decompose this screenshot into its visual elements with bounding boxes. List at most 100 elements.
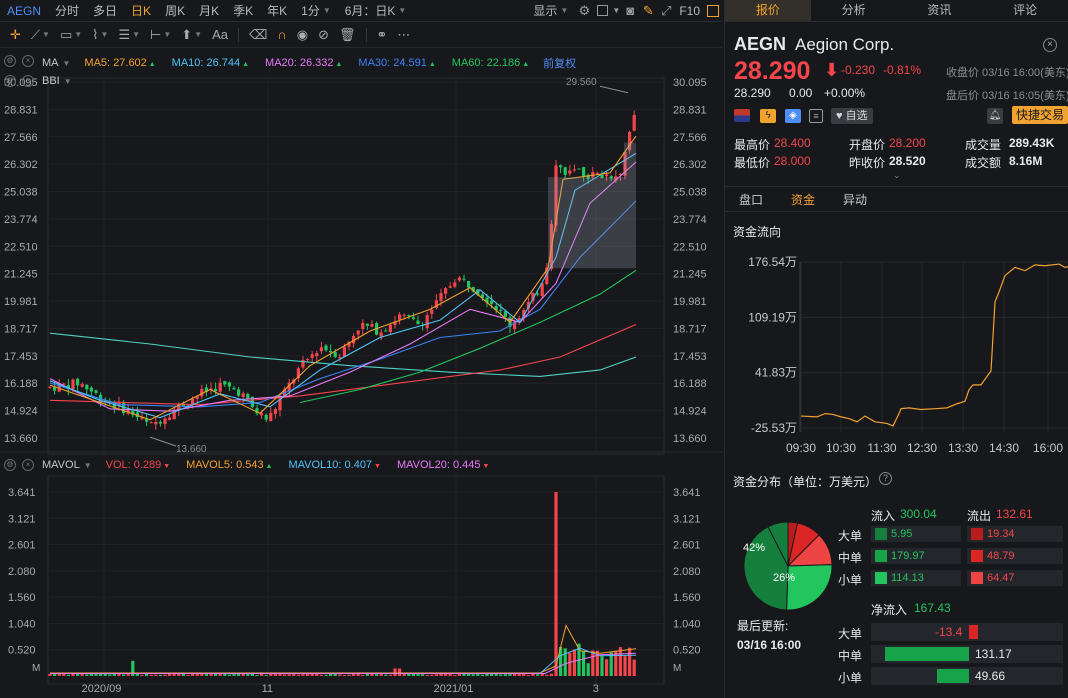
chevron-down-icon[interactable]: ⌄	[893, 170, 901, 181]
selection-box[interactable]	[624, 142, 636, 178]
help-icon[interactable]: ?	[879, 472, 892, 485]
measure-tool-icon[interactable]: ⊢ ▼	[146, 27, 175, 43]
tab-intraday[interactable]: 分时	[48, 0, 86, 22]
eye-icon[interactable]: ◉	[293, 27, 312, 43]
kline-svg[interactable]: 30.095 30.09528.831 28.83127.566 27.56626.3…	[0, 48, 722, 698]
tab-1min-label: 1分	[301, 3, 320, 18]
fast-trade-button[interactable]: 快捷交易	[1012, 106, 1068, 124]
ticker-tab[interactable]: AEGN	[0, 0, 48, 22]
flow-x-tick: 11:30	[867, 441, 896, 455]
price-tick-right: 19.981	[673, 296, 707, 308]
symbol: AEGN	[734, 34, 787, 54]
tab-orderbook[interactable]: 盘口	[725, 191, 777, 208]
period-tabs: AEGN 分时 多日 日K 周K 月K 季K 年K 1分 ▼ 6月：日K ▼ 显示 ▼…	[0, 0, 722, 22]
chevron-down-icon[interactable]: ▼	[64, 77, 72, 86]
selection-box[interactable]	[548, 177, 636, 269]
volume-bar	[531, 673, 535, 676]
tab-weekly-k[interactable]: 周K	[158, 0, 192, 22]
display-menu[interactable]: 显示 ▼	[526, 0, 575, 22]
tab-quote[interactable]: 报价	[725, 0, 811, 21]
text-tool-icon[interactable]: Aa	[208, 27, 232, 42]
tab-multiday[interactable]: 多日	[86, 0, 124, 22]
volume-bar	[158, 674, 162, 676]
settings-icon[interactable]: ⚙	[4, 459, 16, 471]
lock-icon[interactable]: ⊘	[314, 27, 333, 43]
tab-monthly-k[interactable]: 月K	[192, 0, 226, 22]
candle-body	[264, 414, 268, 420]
expand-icon[interactable]: ⤢	[657, 2, 675, 20]
bell-icon[interactable]: 🔔︎	[987, 108, 1003, 124]
volume-tick-left: 3.121	[8, 513, 36, 525]
trash-icon[interactable]: 🗑︎	[335, 27, 360, 43]
sidebar-toggle-icon[interactable]	[704, 2, 722, 20]
candle-body	[333, 352, 337, 358]
polyline-tool-icon[interactable]: ⌇ ▼	[88, 27, 112, 43]
ma-line-60	[299, 269, 637, 404]
tab-news[interactable]: 资讯	[897, 0, 983, 21]
vol-value-2: MAVOL10: 0.407	[288, 459, 373, 471]
flow-y-tick: 109.19万	[748, 310, 797, 324]
candle-body	[237, 389, 241, 396]
settings-icon[interactable]: ⚙	[575, 2, 593, 20]
close-icon[interactable]: ×	[1043, 38, 1057, 52]
close-icon[interactable]: ×	[22, 75, 34, 87]
close-icon[interactable]: ×	[22, 459, 34, 471]
tab-yearly-k[interactable]: 年K	[260, 0, 294, 22]
candle-body	[48, 386, 52, 388]
tab-daily-k[interactable]: 日K	[124, 0, 158, 22]
candle-body	[329, 350, 333, 353]
watchlist-button[interactable]: ♥ 自选	[831, 108, 873, 124]
chevron-down-icon[interactable]: ▼	[63, 59, 71, 68]
candle-body	[71, 379, 75, 390]
candle-body	[605, 174, 609, 177]
document-icon[interactable]: ≡	[809, 109, 823, 123]
updated-label: 最后更新:	[737, 619, 789, 633]
checkbox-icon[interactable]	[593, 2, 611, 20]
stat-value: 28.200	[889, 136, 926, 150]
tab-movers[interactable]: 异动	[829, 191, 881, 208]
volume-bar	[526, 674, 530, 676]
fib-tool-icon[interactable]: ☰ ▼	[114, 27, 144, 43]
flow-x-tick: 09:30	[786, 441, 816, 455]
camera-icon[interactable]: ◙	[621, 2, 639, 20]
volume-bar	[480, 674, 484, 676]
settings-icon[interactable]: ⚙	[4, 75, 16, 87]
eraser-icon[interactable]: ⌫	[245, 27, 271, 43]
tab-range[interactable]: 6月：日K ▼	[338, 0, 414, 22]
rect-tool-icon[interactable]: ▭ ▼	[56, 27, 86, 43]
tab-capital[interactable]: 资金	[777, 191, 829, 208]
volume-bar	[453, 674, 457, 676]
inflow-swatch	[875, 528, 887, 540]
net-bar	[884, 647, 969, 661]
close-icon[interactable]: ×	[22, 55, 34, 67]
volume-bar	[402, 673, 406, 676]
line-tool-icon[interactable]: ⟋ ▼	[27, 27, 54, 43]
magnet-icon[interactable]: ∩	[273, 27, 290, 42]
link-icon[interactable]: ⚭	[373, 27, 392, 43]
tab-quarterly-k[interactable]: 季K	[226, 0, 260, 22]
candle-body	[563, 167, 567, 175]
tag-icon[interactable]: ◈	[785, 109, 801, 123]
volume-bar	[407, 673, 411, 676]
volume-bar	[393, 668, 397, 676]
ma-label: MA	[42, 57, 59, 69]
arrow-tool-icon[interactable]: ⬆ ▼	[177, 27, 206, 43]
volume-bar	[568, 652, 572, 676]
volume-bar	[296, 674, 300, 676]
kline-chart[interactable]: 30.095 30.095 28.831 28.831 27.566 27.566 26.3…	[0, 48, 722, 698]
tab-1min[interactable]: 1分 ▼	[294, 0, 338, 22]
chevron-down-icon[interactable]: ▼	[611, 2, 621, 20]
f10-button[interactable]: F10	[675, 0, 704, 22]
tab-comments[interactable]: 评论	[982, 0, 1068, 21]
restore-link[interactable]: 前复权	[543, 55, 576, 71]
chevron-down-icon[interactable]: ▼	[84, 461, 92, 470]
volume-unit-right: M	[673, 663, 681, 674]
lightning-icon[interactable]: ϟ	[760, 109, 776, 123]
pencil-icon[interactable]: ✎	[639, 2, 657, 20]
outflow-value: 64.47	[987, 572, 1015, 584]
tab-analysis[interactable]: 分析	[811, 0, 897, 21]
crosshair-icon[interactable]: ✛	[6, 27, 25, 43]
inflow-label: 流入	[871, 509, 896, 523]
settings-icon[interactable]: ⚙	[4, 55, 16, 67]
more-icon[interactable]: ⋯	[393, 27, 414, 43]
